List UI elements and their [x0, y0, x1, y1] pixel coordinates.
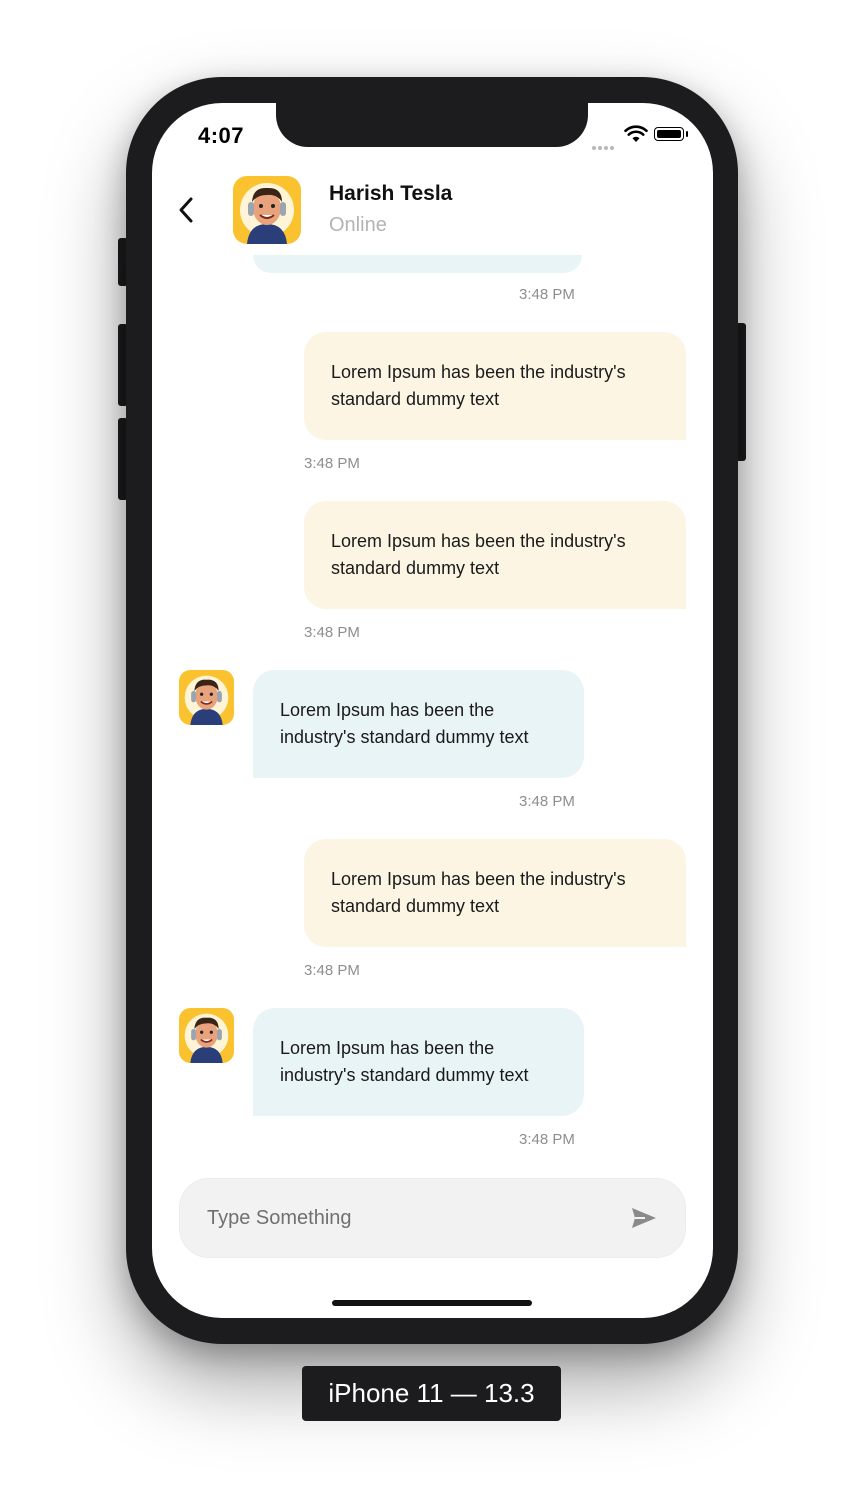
contact-status: Online [329, 214, 387, 236]
contact-name: Harish Tesla [329, 182, 453, 205]
message-time: 3:48 PM [519, 286, 575, 303]
contact-avatar[interactable] [233, 176, 301, 244]
home-indicator[interactable] [332, 1300, 532, 1306]
notch [276, 103, 588, 147]
message-time: 3:48 PM [519, 1131, 575, 1148]
message-time: 3:48 PM [304, 455, 360, 472]
battery-icon [654, 127, 688, 141]
chevron-left-icon[interactable] [174, 195, 198, 225]
phone-screen: 4:07 Harish Tesla Online 3:48 PM Lorem I… [152, 103, 713, 1318]
message-list[interactable]: 3:48 PM Lorem Ipsum has been the industr… [152, 255, 713, 1165]
message-composer [179, 1178, 686, 1258]
status-icons [592, 125, 692, 150]
contact-avatar [179, 670, 234, 725]
message-time: 3:48 PM [304, 624, 360, 641]
status-time: 4:07 [198, 123, 245, 148]
outgoing-message-bubble[interactable]: Lorem Ipsum has been the industry's stan… [304, 839, 686, 947]
incoming-bubble-partial [253, 255, 582, 273]
incoming-message-bubble[interactable]: Lorem Ipsum has been the industry's stan… [253, 670, 584, 778]
outgoing-message-bubble[interactable]: Lorem Ipsum has been the industry's stan… [304, 332, 686, 440]
send-icon[interactable] [630, 1204, 658, 1232]
incoming-message-bubble[interactable]: Lorem Ipsum has been the industry's stan… [253, 1008, 584, 1116]
message-input[interactable] [207, 1201, 607, 1235]
cellular-signal-icon [592, 137, 616, 155]
device-label: iPhone 11 — 13.3 [302, 1366, 561, 1421]
contact-avatar [179, 1008, 234, 1063]
chat-header: Harish Tesla Online [152, 173, 713, 253]
wifi-icon [624, 125, 648, 142]
message-time: 3:48 PM [304, 962, 360, 979]
outgoing-message-bubble[interactable]: Lorem Ipsum has been the industry's stan… [304, 501, 686, 609]
message-time: 3:48 PM [519, 793, 575, 810]
